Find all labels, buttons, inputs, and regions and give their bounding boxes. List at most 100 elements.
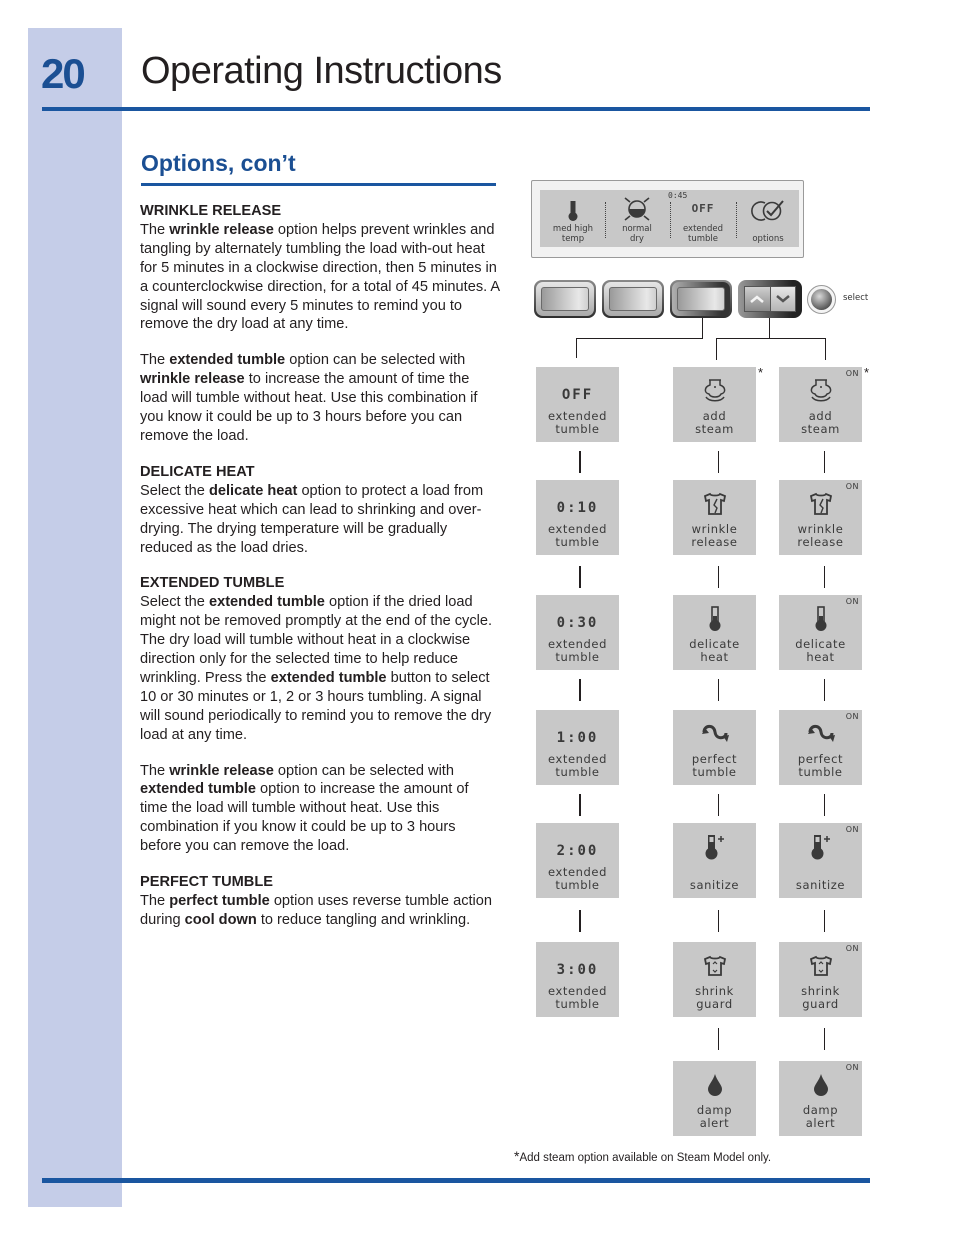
delicate-heat-label-line1: delicate	[795, 637, 846, 651]
wrinkle-release-label-line1: wrinkle	[797, 522, 844, 536]
display-extended-line1: extended	[682, 224, 724, 234]
down-arrow-button[interactable]	[769, 287, 795, 311]
body-text-run: option can be selected with	[273, 762, 454, 779]
thermometer-plus-icon	[673, 835, 756, 860]
on-indicator: ON	[845, 944, 859, 953]
wrinkle-release-label-line2: release	[797, 535, 844, 549]
extended-tumble-label-line1: extended	[547, 865, 608, 879]
wrinkle-release-label-line1: wrinkle	[691, 522, 738, 536]
perfect-tumble-label-line2: tumble	[798, 765, 843, 779]
shrink-guard-label-line2: guard	[696, 997, 733, 1011]
extended-tumble-label-line2: tumble	[555, 535, 600, 549]
extended-tumble-value: 1:00	[556, 730, 599, 746]
sanitize-tile-on: sanitize ON	[779, 823, 862, 898]
extended-tumble-value: 3:00	[556, 962, 599, 978]
connector-line	[718, 794, 719, 816]
on-indicator: ON	[845, 482, 859, 491]
chevron-up-icon	[750, 295, 765, 303]
extended-tumble-button[interactable]	[670, 280, 732, 318]
dry-level-button[interactable]	[602, 280, 664, 318]
perfect-tumble-label-line1: perfect	[691, 752, 738, 766]
reverse-tumble-icon	[779, 722, 862, 746]
connector-line	[718, 1028, 719, 1050]
wrinkle-release-combo: The extended tumble option can be select…	[140, 351, 500, 446]
display-extended-cell: OFF extended tumble	[671, 190, 735, 247]
asterisk-mark: *	[864, 365, 870, 380]
section-rule	[141, 183, 496, 186]
extended-tumble-value-wrap: OFF	[536, 383, 619, 407]
add-steam-tile-on: add steam ON	[779, 367, 862, 442]
emphasis-text: wrinkle release	[140, 371, 245, 388]
connector-line	[824, 566, 825, 588]
damp-alert-tile: damp alert	[673, 1061, 756, 1136]
perfect-tumble-tile: perfect tumble	[673, 710, 756, 785]
body-text-run: The	[140, 352, 170, 369]
damp-alert-label-line1: damp	[696, 1103, 733, 1117]
damp-alert-tile-on: damp alert ON	[779, 1061, 862, 1136]
delicate-heat-label-line2: heat	[806, 650, 835, 664]
extended-tumble-value-wrap: 2:00	[536, 839, 619, 863]
extended-tumble-value-wrap: 3:00	[536, 958, 619, 982]
delicate-heat-label-line1: delicate	[689, 637, 740, 651]
connector-line	[579, 566, 581, 588]
delicate-heat-label: delicate heat	[779, 638, 862, 664]
shirt-shrink-icon	[779, 954, 862, 978]
delicate-heat-label-line2: heat	[700, 650, 729, 664]
connector-line	[576, 338, 703, 339]
extended-tumble-combo: The wrinkle release option can be select…	[140, 762, 500, 857]
connector-line	[576, 338, 577, 358]
footnote-text: Add steam option available on Steam Mode…	[519, 1152, 772, 1164]
damp-alert-label-line2: alert	[699, 1116, 730, 1130]
display-dry-line1: normal	[622, 224, 652, 234]
connector-line	[702, 318, 703, 339]
extended-tumble-label: extended tumble	[536, 866, 619, 892]
up-arrow-button[interactable]	[745, 287, 770, 311]
display-dry-cell: normal dry	[606, 190, 668, 247]
on-indicator: ON	[845, 825, 859, 834]
extended-tumble-tile: OFF extended tumble	[536, 367, 619, 442]
shrink-guard-label-line1: shrink	[801, 984, 840, 998]
page-side-band	[28, 28, 122, 1207]
body-text-run: The	[140, 893, 170, 909]
steam-icon	[673, 379, 756, 403]
thermometer-icon	[673, 606, 756, 631]
connector-line	[824, 679, 825, 701]
add-steam-tile: add steam	[673, 367, 756, 442]
sanitize-label: sanitize	[673, 879, 756, 892]
connector-line	[824, 451, 825, 473]
sanitize-tile: sanitize	[673, 823, 756, 898]
extended-tumble-value: OFF	[561, 387, 594, 403]
extended-tumble-label-line1: extended	[547, 409, 608, 423]
select-button[interactable]	[807, 285, 836, 314]
extended-tumble-value-wrap: 0:10	[536, 496, 619, 520]
damp-alert-label: damp alert	[779, 1104, 862, 1130]
extended-tumble-tile: 1:00 extended tumble	[536, 710, 619, 785]
extended-tumble-heading: EXTENDED TUMBLE	[140, 575, 285, 592]
perfect-tumble-heading: PERFECT TUMBLE	[140, 874, 273, 891]
asterisk-mark: *	[758, 365, 764, 380]
extended-tumble-tile: 0:30 extended tumble	[536, 595, 619, 670]
wrinkle-release-section: WRINKLE RELEASE The wrinkle release opti…	[140, 202, 500, 334]
extended-tumble-tile: 3:00 extended tumble	[536, 942, 619, 1017]
delicate-heat-tile-on: delicate heat ON	[779, 595, 862, 670]
extended-tumble-value: 0:10	[556, 500, 599, 516]
add-steam-label-line2: steam	[801, 422, 840, 436]
extended-tumble-label-line2: tumble	[555, 997, 600, 1011]
display-screen: 0:45 med high temp normal dry OFF extended…	[540, 190, 799, 247]
footnote: *Add steam option available on Steam Mod…	[514, 1148, 771, 1164]
options-arrow-buttons	[738, 280, 802, 318]
emphasis-text: cool down	[184, 911, 257, 928]
connector-line	[716, 338, 826, 339]
add-steam-label-line1: add	[702, 409, 727, 423]
temp-button[interactable]	[534, 280, 596, 318]
body-text-run: to reduce tangling and wrinkling.	[256, 911, 471, 928]
on-indicator: ON	[845, 597, 859, 606]
reverse-tumble-icon	[673, 722, 756, 746]
shrink-guard-label: shrink guard	[779, 985, 862, 1011]
delicate-heat-paragraph: Select the delicate heat option to prote…	[140, 483, 483, 556]
extended-tumble-label-line2: tumble	[555, 878, 600, 892]
damp-alert-label: damp alert	[673, 1104, 756, 1130]
delicate-heat-label: delicate heat	[673, 638, 756, 664]
connector-line	[718, 451, 719, 473]
perfect-tumble-label: perfect tumble	[779, 753, 862, 779]
